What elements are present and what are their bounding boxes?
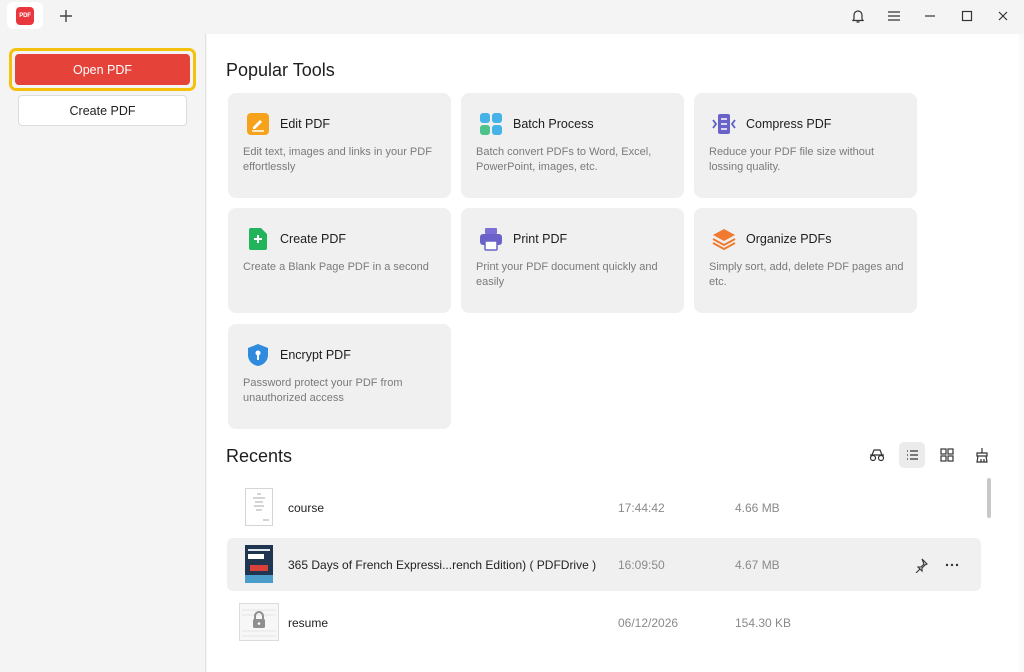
broom-icon — [976, 448, 988, 463]
printer-icon — [480, 228, 502, 251]
main-panel: Popular Tools Edit PDF Edit text, images… — [207, 34, 1024, 672]
hamburger-icon — [888, 11, 900, 21]
plus-icon — [249, 228, 267, 250]
file-name: course — [288, 501, 325, 515]
file-size: 154.30 KB — [735, 616, 792, 630]
tool-title: Print PDF — [513, 232, 568, 246]
maximize-button[interactable] — [956, 5, 978, 27]
create-pdf-button[interactable]: Create PDF — [18, 95, 187, 126]
recent-file-row[interactable]: course 17:44:42 4.66 MB — [227, 481, 981, 534]
window-edge — [1019, 34, 1024, 672]
file-name: 365 Days of French Expressi...rench Edit… — [288, 558, 597, 572]
compress-icon — [712, 114, 736, 134]
notifications-button[interactable] — [847, 5, 869, 27]
popular-tools-title: Popular Tools — [226, 60, 335, 80]
new-tab-button[interactable] — [56, 6, 76, 26]
tool-desc: Simply sort, add, delete PDF pages and e… — [709, 261, 904, 288]
tool-title: Batch Process — [513, 117, 594, 131]
tool-title: Organize PDFs — [746, 232, 832, 246]
grid-view-button[interactable] — [934, 442, 960, 468]
bell-icon — [851, 10, 865, 23]
tool-card-print-pdf[interactable]: Print PDF Print your PDF document quickl… — [461, 208, 684, 313]
app-logo-mark: PDF — [16, 6, 34, 25]
tool-desc: Create a Blank Page PDF in a second — [243, 261, 429, 273]
tool-card-compress-pdf[interactable]: Compress PDF Reduce your PDF file size w… — [694, 93, 917, 198]
tool-title: Encrypt PDF — [280, 348, 351, 362]
edit-icon — [247, 113, 269, 135]
recents-scrollbar[interactable] — [987, 478, 991, 518]
maximize-icon — [961, 10, 973, 22]
tool-desc: Batch convert PDFs to Word, Excel, Power… — [476, 146, 652, 173]
tool-card-organize-pdfs[interactable]: Organize PDFs Simply sort, add, delete P… — [694, 208, 917, 313]
document-thumbnail — [245, 488, 273, 526]
file-date: 17:44:42 — [618, 501, 665, 515]
list-icon — [907, 450, 918, 460]
tool-title: Compress PDF — [746, 117, 832, 131]
title-bar: PDF — [0, 0, 1024, 34]
minimize-button[interactable] — [919, 5, 941, 27]
recents-title: Recents — [226, 446, 293, 466]
recent-file-row[interactable]: resume 06/12/2026 154.30 KB — [227, 596, 981, 649]
more-icon — [945, 563, 959, 567]
list-view-button[interactable] — [899, 442, 925, 468]
app-logo[interactable]: PDF — [7, 2, 43, 29]
sidebar: Open PDF Create PDF — [0, 34, 206, 672]
tool-card-create-pdf[interactable]: Create PDF Create a Blank Page PDF in a … — [228, 208, 451, 313]
batch-icon — [480, 113, 502, 135]
open-pdf-button[interactable]: Open PDF — [15, 54, 190, 85]
file-size: 4.67 MB — [735, 558, 780, 572]
close-button[interactable] — [992, 5, 1014, 27]
menu-button[interactable] — [883, 5, 905, 27]
tool-card-edit-pdf[interactable]: Edit PDF Edit text, images and links in … — [228, 93, 451, 198]
clean-recents-button[interactable] — [969, 442, 995, 468]
more-options-button[interactable] — [942, 555, 962, 575]
tool-desc: Password protect your PDF from unauthori… — [243, 377, 403, 404]
file-name: resume — [288, 616, 329, 630]
filter-view-button[interactable] — [864, 442, 890, 468]
file-size: 4.66 MB — [735, 501, 780, 515]
close-icon — [998, 11, 1008, 21]
tool-card-encrypt-pdf[interactable]: Encrypt PDF Password protect your PDF fr… — [228, 324, 451, 429]
locked-document-thumbnail — [239, 603, 279, 641]
book-cover-thumbnail — [245, 545, 273, 583]
tool-desc: Edit text, images and links in your PDF … — [243, 146, 432, 173]
pin-button[interactable] — [911, 555, 931, 575]
open-pdf-highlight: Open PDF — [9, 48, 196, 91]
tool-title: Create PDF — [280, 232, 346, 246]
tool-desc: Print your PDF document quickly and easi… — [476, 261, 658, 288]
tool-card-batch-process[interactable]: Batch Process Batch convert PDFs to Word… — [461, 93, 684, 198]
recent-file-row[interactable]: 365 Days of French Expressi...rench Edit… — [227, 538, 981, 591]
file-date: 06/12/2026 — [618, 616, 679, 630]
tool-desc: Reduce your PDF file size without lossin… — [709, 146, 875, 173]
plus-icon — [60, 10, 72, 22]
shield-icon — [248, 344, 268, 366]
glasses-icon — [869, 449, 885, 462]
minimize-icon — [925, 15, 935, 17]
grid-icon — [940, 448, 954, 462]
tool-title: Edit PDF — [280, 117, 331, 131]
layers-icon — [712, 229, 736, 251]
file-date: 16:09:50 — [618, 558, 665, 572]
pin-icon — [915, 558, 928, 573]
